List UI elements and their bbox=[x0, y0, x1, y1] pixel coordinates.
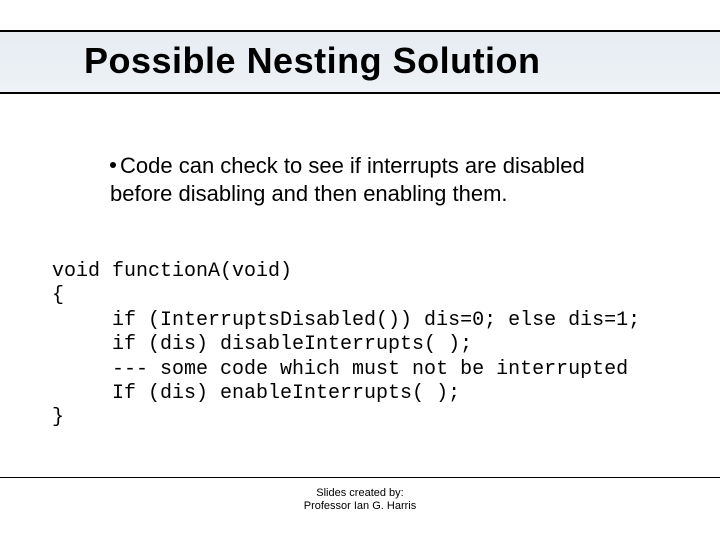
bullet-icon bbox=[110, 162, 116, 168]
footer-line-1: Slides created by: bbox=[0, 487, 720, 501]
code-block: void functionA(void) { if (InterruptsDis… bbox=[52, 260, 680, 431]
body-paragraph: Code can check to see if interrupts are … bbox=[110, 152, 650, 207]
footer-divider bbox=[0, 477, 720, 478]
footer-line-2: Professor Ian G. Harris bbox=[0, 500, 720, 514]
bullet-text: Code can check to see if interrupts are … bbox=[110, 153, 585, 206]
title-bar: Possible Nesting Solution bbox=[0, 30, 720, 94]
slide-title: Possible Nesting Solution bbox=[0, 40, 720, 82]
footer: Slides created by: Professor Ian G. Harr… bbox=[0, 487, 720, 515]
